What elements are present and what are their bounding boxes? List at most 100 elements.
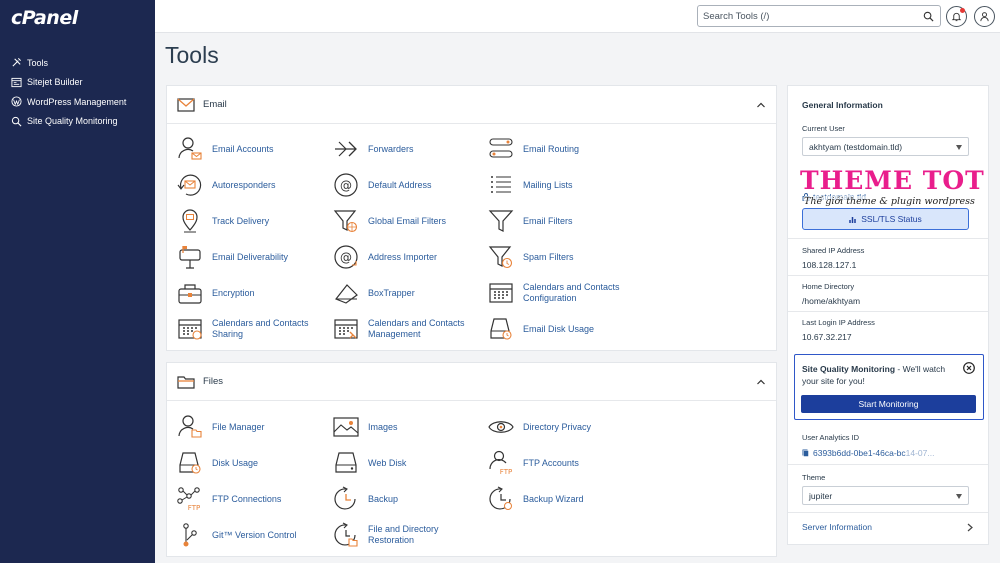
wordpress-icon	[11, 96, 22, 107]
email-accounts-icon	[178, 137, 202, 160]
domain-link[interactable]: testdomain.tld	[802, 192, 866, 202]
email-panel: Email Email Accounts Forwarders Email Ro…	[166, 85, 777, 351]
tool-email-filters[interactable]: Email Filters	[488, 208, 638, 234]
tool-autoresponders[interactable]: Autoresponders	[177, 172, 327, 198]
tool-email-deliverability[interactable]: Email Deliverability	[177, 244, 327, 270]
close-icon[interactable]	[963, 362, 975, 374]
restoration-icon	[334, 522, 358, 547]
tool-email-accounts[interactable]: Email Accounts	[177, 136, 327, 162]
images-icon	[333, 417, 359, 437]
tool-email-disk-usage[interactable]: Email Disk Usage	[488, 316, 638, 342]
current-user-value: akhtyam (testdomain.tld)	[809, 142, 903, 152]
user-menu-button[interactable]	[974, 6, 995, 27]
general-information-panel: General Information Current User akhtyam…	[787, 85, 989, 545]
tool-label: Calendars and Contacts Management	[368, 318, 465, 339]
top-bar	[155, 0, 1000, 33]
tool-label: Backup Wizard	[523, 493, 584, 504]
tool-label: Address Importer	[368, 251, 438, 262]
web-disk-icon	[335, 452, 357, 473]
analytics-id-value: 6393b6dd-0be1-46ca-bc	[813, 448, 906, 458]
ssl-tls-status-button[interactable]: SSL/TLS Status	[802, 208, 969, 230]
cpanel-logo[interactable]: cPanel	[11, 7, 78, 29]
search-input[interactable]	[703, 9, 913, 24]
search-box	[697, 5, 941, 27]
file-manager-icon	[178, 415, 202, 438]
chevron-right-icon[interactable]	[966, 523, 974, 532]
tool-label: Git™ Version Control	[212, 529, 297, 540]
theme-select[interactable]: jupiter	[802, 486, 969, 505]
current-user-label: Current User	[802, 124, 845, 133]
tool-backup[interactable]: Backup	[333, 486, 483, 512]
ssl-button-label: SSL/TLS Status	[861, 214, 922, 224]
tool-directory-privacy[interactable]: Directory Privacy	[488, 414, 638, 440]
current-user-select[interactable]: akhtyam (testdomain.tld)	[802, 137, 969, 156]
sitejet-icon	[11, 77, 22, 87]
tool-label: FTP Accounts	[523, 457, 579, 468]
home-directory-label: Home Directory	[802, 282, 855, 291]
sidebar-item-tools[interactable]: Tools	[0, 53, 155, 73]
tool-ftp-connections[interactable]: FTP FTP Connections	[177, 486, 327, 512]
sidebar-item-sitejet[interactable]: Sitejet Builder	[0, 73, 155, 93]
notification-dot	[960, 8, 965, 13]
notifications-button[interactable]	[946, 6, 967, 27]
server-information-link[interactable]: Server Information	[802, 522, 872, 532]
theme-label: Theme	[802, 473, 826, 482]
tool-backup-wizard[interactable]: Backup Wizard	[488, 486, 638, 512]
boxtrapper-icon	[335, 284, 358, 304]
bar-chart-icon	[849, 217, 856, 223]
search-icon[interactable]	[923, 11, 934, 22]
tool-label: Web Disk	[368, 457, 407, 468]
email-panel-header[interactable]: Email	[167, 86, 776, 124]
track-delivery-icon	[182, 209, 198, 233]
tool-ftp-accounts[interactable]: FTP FTP Accounts	[488, 450, 638, 476]
global-filter-icon	[333, 210, 358, 233]
divider	[788, 464, 988, 465]
tool-email-routing[interactable]: Email Routing	[488, 136, 638, 162]
tool-git-version-control[interactable]: Git™ Version Control	[177, 522, 327, 548]
tool-label: Images	[368, 421, 398, 432]
tool-disk-usage[interactable]: Disk Usage	[177, 450, 327, 476]
tool-boxtrapper[interactable]: BoxTrapper	[333, 280, 483, 306]
tool-address-importer[interactable]: @ Address Importer	[333, 244, 483, 270]
tool-spam-filters[interactable]: Spam Filters	[488, 244, 638, 270]
tool-label: Email Filters	[523, 215, 573, 226]
divider	[788, 311, 988, 312]
tool-label: Calendars and Contacts Sharing	[212, 318, 309, 339]
shared-ip-value: 108.128.127.1	[802, 260, 857, 270]
encryption-icon	[178, 284, 202, 304]
chevron-up-icon[interactable]	[756, 377, 766, 387]
chevron-up-icon[interactable]	[756, 100, 766, 110]
last-login-label: Last Login IP Address	[802, 318, 875, 327]
sidebar-item-wordpress[interactable]: WordPress Management	[0, 92, 155, 112]
tool-mailing-lists[interactable]: Mailing Lists	[488, 172, 638, 198]
tool-web-disk[interactable]: Web Disk	[333, 450, 483, 476]
lock-icon	[802, 193, 810, 201]
sidebar-item-label: Sitejet Builder	[27, 77, 83, 88]
email-deliverability-icon	[179, 246, 201, 269]
tool-default-address[interactable]: @ Default Address	[333, 172, 483, 198]
analytics-id-link[interactable]: 6393b6dd-0be1-46ca-bc 14-07...	[802, 448, 934, 458]
svg-text:FTP: FTP	[188, 504, 200, 512]
tool-calendar-config[interactable]: Calendars and Contacts Configuration	[488, 280, 638, 306]
tool-global-email-filters[interactable]: Global Email Filters	[333, 208, 483, 234]
email-disk-usage-icon	[490, 318, 512, 340]
tool-calendar-management[interactable]: Calendars and Contacts Management	[333, 316, 483, 342]
tool-encryption[interactable]: Encryption	[177, 280, 327, 306]
tool-file-manager[interactable]: File Manager	[177, 414, 327, 440]
theme-value: jupiter	[809, 491, 833, 501]
sidebar-item-site-quality[interactable]: Site Quality Monitoring	[0, 112, 155, 132]
tool-track-delivery[interactable]: Track Delivery	[177, 208, 327, 234]
backup-icon	[334, 486, 356, 510]
tool-file-restoration[interactable]: File and Directory Restoration	[333, 522, 483, 548]
forwarders-icon	[335, 141, 357, 157]
sidebar-item-label: Tools	[27, 57, 49, 68]
divider	[788, 238, 988, 239]
tool-label: Track Delivery	[212, 215, 270, 226]
tool-forwarders[interactable]: Forwarders	[333, 136, 483, 162]
tool-calendar-sharing[interactable]: Calendars and Contacts Sharing	[177, 316, 327, 342]
email-panel-title: Email	[203, 99, 227, 110]
last-login-value: 10.67.32.217	[802, 332, 852, 342]
start-monitoring-button[interactable]: Start Monitoring	[801, 395, 976, 413]
files-panel-header[interactable]: Files	[167, 363, 776, 401]
tool-images[interactable]: Images	[333, 414, 483, 440]
